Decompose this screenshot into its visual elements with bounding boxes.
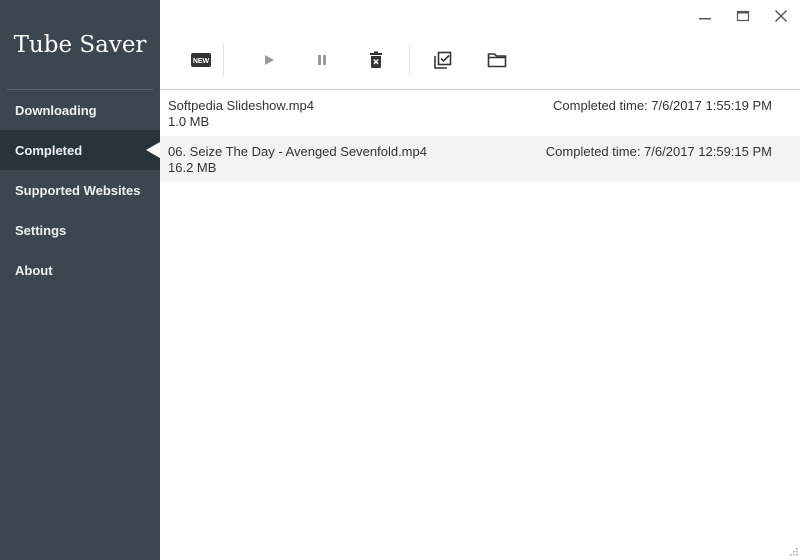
new-badge-icon: NEW <box>191 53 211 67</box>
toolbar: NEW <box>160 32 800 89</box>
app-window: Tube Saver Downloading Completed Support… <box>0 0 800 560</box>
completed-list: Softpedia Slideshow.mp4 1.0 MB Completed… <box>160 90 800 182</box>
maximize-icon <box>736 10 750 22</box>
select-all-button[interactable] <box>429 46 457 74</box>
sidebar-item-label: About <box>15 262 53 278</box>
close-button[interactable] <box>762 0 800 32</box>
list-item[interactable]: Softpedia Slideshow.mp4 1.0 MB Completed… <box>160 90 800 136</box>
sidebar-item-supported-websites[interactable]: Supported Websites <box>0 170 160 210</box>
open-folder-button[interactable] <box>483 46 511 74</box>
minimize-button[interactable] <box>686 0 724 32</box>
app-title: Tube Saver <box>13 32 147 58</box>
file-size: 1.0 MB <box>168 114 210 129</box>
list-item[interactable]: 06. Seize The Day - Avenged Sevenfold.mp… <box>160 136 800 182</box>
new-download-button[interactable]: NEW <box>187 46 215 74</box>
close-icon <box>775 10 787 22</box>
sidebar-item-settings[interactable]: Settings <box>0 210 160 250</box>
sidebar-item-label: Downloading <box>15 102 97 118</box>
sidebar-item-label: Supported Websites <box>15 182 141 198</box>
resize-grip-icon[interactable] <box>788 548 798 558</box>
svg-text:NEW: NEW <box>193 58 210 65</box>
toolbar-separator <box>223 44 224 76</box>
pause-button[interactable] <box>308 46 336 74</box>
trash-icon <box>370 51 382 68</box>
minimize-icon <box>699 18 711 20</box>
sidebar: Tube Saver Downloading Completed Support… <box>0 0 160 560</box>
completed-time: Completed time: 7/6/2017 1:55:19 PM <box>553 98 772 113</box>
file-size: 16.2 MB <box>168 160 217 175</box>
sidebar-item-completed[interactable]: Completed <box>0 130 160 170</box>
maximize-button[interactable] <box>724 0 762 32</box>
completed-time: Completed time: 7/6/2017 12:59:15 PM <box>545 144 772 159</box>
sidebar-nav: Downloading Completed Supported Websites… <box>0 90 160 290</box>
sidebar-item-about[interactable]: About <box>0 250 160 290</box>
toolbar-separator <box>409 44 410 76</box>
folder-icon <box>487 53 507 68</box>
start-button[interactable] <box>255 46 283 74</box>
sidebar-item-label: Completed <box>15 142 83 158</box>
sidebar-item-downloading[interactable]: Downloading <box>0 90 160 130</box>
play-icon <box>265 55 274 65</box>
pause-icon <box>318 55 326 65</box>
select-all-icon <box>434 51 452 69</box>
window-controls <box>686 0 800 32</box>
delete-button[interactable] <box>362 46 390 74</box>
sidebar-item-label: Settings <box>15 222 67 238</box>
